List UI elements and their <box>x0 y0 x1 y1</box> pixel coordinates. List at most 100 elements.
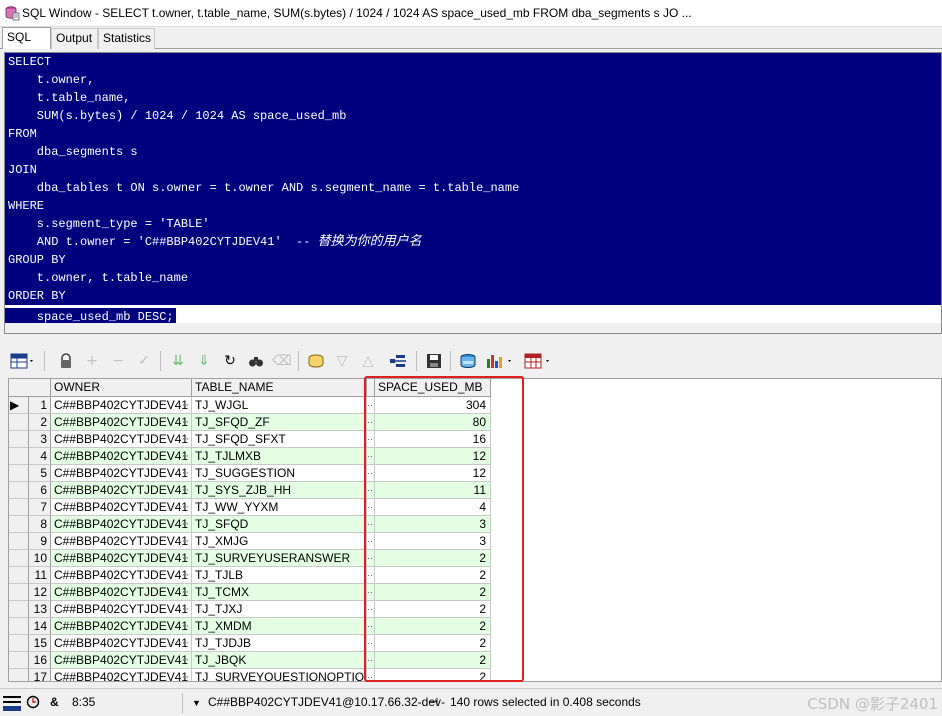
table-name-cell[interactable]: TJ_SFQD_SFXT <box>192 431 367 448</box>
ellipsis-button[interactable]: ··· <box>367 414 375 431</box>
ellipsis-button[interactable]: ··· <box>178 669 189 681</box>
ellipsis-button[interactable]: ··· <box>367 618 375 635</box>
sql-code[interactable]: SELECT t.owner, t.table_name, SUM(s.byte… <box>5 53 941 326</box>
ellipsis-button[interactable]: ··· <box>178 431 189 447</box>
row-indicator[interactable] <box>9 516 29 533</box>
owner-cell[interactable]: C##BBP402CYTJDEV41 ··· <box>51 482 192 499</box>
table-row[interactable]: 8C##BBP402CYTJDEV41···TJ_SFQD···3 <box>9 516 491 533</box>
table-name-cell[interactable]: TJ_SFQD_ZF <box>192 414 367 431</box>
fetch-last-icon[interactable]: ⇓ <box>194 351 214 371</box>
owner-cell[interactable]: C##BBP402CYTJDEV41 ··· <box>51 414 192 431</box>
previous-icon[interactable]: ▽ <box>332 351 352 371</box>
table-row[interactable]: ▶1C##BBP402CYTJDEV41···TJ_WJGL···304 <box>9 397 491 414</box>
owner-cell[interactable]: C##BBP402CYTJDEV41 ··· <box>51 635 192 652</box>
column-header-space-used-mb[interactable]: SPACE_USED_MB <box>375 379 491 397</box>
ellipsis-button[interactable]: ··· <box>367 482 375 499</box>
row-indicator[interactable] <box>9 533 29 550</box>
add-record-icon[interactable]: + <box>82 351 102 371</box>
row-indicator[interactable] <box>9 669 29 681</box>
ellipsis-button[interactable]: ··· <box>367 533 375 550</box>
save-icon[interactable] <box>424 351 444 371</box>
ellipsis-button[interactable]: ··· <box>178 652 189 668</box>
ellipsis-button[interactable]: ··· <box>178 516 189 532</box>
post-changes-icon[interactable]: ✓ <box>134 351 154 371</box>
pin-icon[interactable]: ⊣ <box>428 695 438 709</box>
ellipsis-button[interactable]: ··· <box>178 414 189 430</box>
owner-cell[interactable]: C##BBP402CYTJDEV41 ··· <box>51 567 192 584</box>
owner-cell[interactable]: C##BBP402CYTJDEV41 ··· <box>51 448 192 465</box>
table-row[interactable]: 2C##BBP402CYTJDEV41···TJ_SFQD_ZF···80 <box>9 414 491 431</box>
table-options-icon[interactable] <box>522 351 556 371</box>
space-used-mb-cell[interactable]: 3 <box>375 516 491 533</box>
row-number[interactable]: 4 <box>29 448 51 465</box>
space-used-mb-cell[interactable]: 304 <box>375 397 491 414</box>
owner-cell[interactable]: C##BBP402CYTJDEV41 ··· <box>51 516 192 533</box>
space-used-mb-cell[interactable]: 2 <box>375 669 491 681</box>
table-name-cell[interactable]: TJ_TJDJB <box>192 635 367 652</box>
ellipsis-button[interactable]: ··· <box>178 618 189 634</box>
table-name-cell[interactable]: TJ_SFQD <box>192 516 367 533</box>
table-row[interactable]: 3C##BBP402CYTJDEV41···TJ_SFQD_SFXT···16 <box>9 431 491 448</box>
sql-editor[interactable]: SELECT t.owner, t.table_name, SUM(s.byte… <box>4 52 942 334</box>
row-number[interactable]: 5 <box>29 465 51 482</box>
table-row[interactable]: 6C##BBP402CYTJDEV41···TJ_SYS_ZJB_HH···11 <box>9 482 491 499</box>
export-icon[interactable] <box>388 351 408 371</box>
ellipsis-button[interactable]: ··· <box>178 584 189 600</box>
space-used-mb-cell[interactable]: 2 <box>375 584 491 601</box>
ellipsis-button[interactable]: ··· <box>367 397 375 414</box>
table-name-cell[interactable]: TJ_SURVEYUSERANSWER <box>192 550 367 567</box>
space-used-mb-cell[interactable]: 2 <box>375 652 491 669</box>
find-icon[interactable] <box>246 351 266 371</box>
table-row[interactable]: 11C##BBP402CYTJDEV41···TJ_TJLB···2 <box>9 567 491 584</box>
ellipsis-button[interactable]: ··· <box>178 567 189 583</box>
clear-icon[interactable]: ⌫ <box>272 351 292 371</box>
space-used-mb-cell[interactable]: 4 <box>375 499 491 516</box>
table-name-cell[interactable]: TJ_SURVEYQUESTIONOPTION <box>192 669 367 681</box>
ellipsis-button[interactable]: ··· <box>178 499 189 515</box>
table-name-cell[interactable]: TJ_JBQK <box>192 652 367 669</box>
owner-cell[interactable]: C##BBP402CYTJDEV41 ··· <box>51 584 192 601</box>
ellipsis-button[interactable]: ··· <box>367 499 375 516</box>
space-used-mb-cell[interactable]: 2 <box>375 550 491 567</box>
table-row[interactable]: 7C##BBP402CYTJDEV41···TJ_WW_YYXM···4 <box>9 499 491 516</box>
table-row[interactable]: 13C##BBP402CYTJDEV41···TJ_TJXJ···2 <box>9 601 491 618</box>
ellipsis-button[interactable]: ··· <box>178 550 189 566</box>
ellipsis-button[interactable]: ··· <box>367 584 375 601</box>
table-name-cell[interactable]: TJ_TJLMXB <box>192 448 367 465</box>
window-layout-icon[interactable] <box>2 694 22 712</box>
ellipsis-button[interactable]: ··· <box>178 482 189 498</box>
table-row[interactable]: 10 C##BBP402CYTJDEV41 ··· TJ_SURVEYUSERANSW… <box>9 550 491 567</box>
ellipsis-button[interactable]: ··· <box>367 550 375 567</box>
row-indicator[interactable] <box>9 567 29 584</box>
row-indicator[interactable] <box>9 431 29 448</box>
ellipsis-button[interactable]: ··· <box>367 516 375 533</box>
space-used-mb-cell[interactable]: 2 <box>375 635 491 652</box>
connect-icon[interactable] <box>458 351 478 371</box>
table-row[interactable]: 9C##BBP402CYTJDEV41···TJ_XMJG···3 <box>9 533 491 550</box>
row-number[interactable]: 7 <box>29 499 51 516</box>
table-row[interactable]: 14C##BBP402CYTJDEV41···TJ_XMDM···2 <box>9 618 491 635</box>
ellipsis-button[interactable]: ··· <box>367 567 375 584</box>
grid-view-icon[interactable] <box>8 351 38 371</box>
row-number[interactable]: 9 <box>29 533 51 550</box>
row-number[interactable]: 17 <box>29 669 51 681</box>
ellipsis-button[interactable]: ··· <box>178 465 189 481</box>
row-indicator[interactable] <box>9 465 29 482</box>
space-used-mb-cell[interactable]: 12 <box>375 448 491 465</box>
row-indicator[interactable] <box>9 499 29 516</box>
ellipsis-button[interactable]: ··· <box>367 448 375 465</box>
table-row[interactable]: 15C##BBP402CYTJDEV41···TJ_TJDJB···2 <box>9 635 491 652</box>
ellipsis-button[interactable]: ··· <box>367 601 375 618</box>
owner-cell[interactable]: C##BBP402CYTJDEV41 ··· <box>51 431 192 448</box>
owner-cell[interactable]: C##BBP402CYTJDEV41 ··· <box>51 652 192 669</box>
connection-dropdown-icon[interactable]: ▼ <box>192 698 201 708</box>
table-name-cell[interactable]: TJ_SYS_ZJB_HH <box>192 482 367 499</box>
row-number[interactable]: 13 <box>29 601 51 618</box>
column-header-owner[interactable]: OWNER <box>51 379 192 397</box>
query-by-example-icon[interactable] <box>306 351 326 371</box>
ellipsis-button[interactable]: ··· <box>367 669 375 681</box>
fetch-next-icon[interactable]: ⇊ <box>168 351 188 371</box>
row-indicator[interactable] <box>9 652 29 669</box>
owner-cell[interactable]: C##BBP402CYTJDEV41 ··· <box>51 465 192 482</box>
space-used-mb-cell[interactable]: 2 <box>375 618 491 635</box>
